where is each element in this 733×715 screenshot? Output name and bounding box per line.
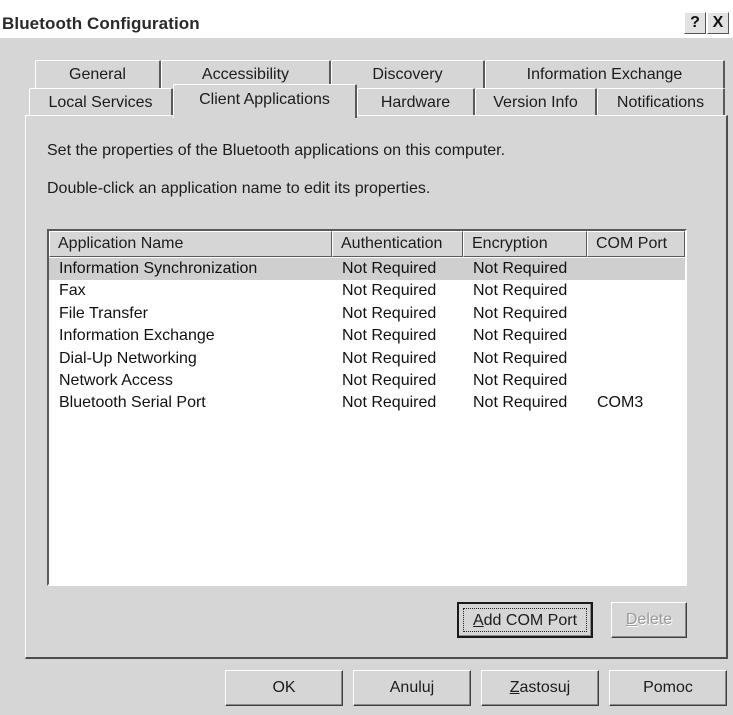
panel-instruction: Double-click an application name to edit… <box>47 180 431 197</box>
cell-application-name: Information Exchange <box>59 327 215 345</box>
cell-application-name: Dial-Up Networking <box>59 349 197 367</box>
cell-authentication: Not Required <box>342 282 437 300</box>
close-icon[interactable]: X <box>707 12 729 34</box>
cell-encryption: Not Required <box>473 394 568 412</box>
cancel-button[interactable]: Anuluj <box>353 670 471 706</box>
column-header-authentication[interactable]: Authentication <box>332 231 463 257</box>
table-row[interactable]: Information Exchange Not Required Not Requ… <box>49 325 685 347</box>
ok-button[interactable]: OK <box>225 670 343 706</box>
focus-rectangle <box>463 608 587 632</box>
cell-application-name: Fax <box>59 282 86 300</box>
table-row[interactable]: File Transfer Not Required Not Required <box>49 303 685 325</box>
tab-information-exchange[interactable]: Information Exchange <box>485 60 725 88</box>
cell-encryption: Not Required <box>473 372 568 389</box>
cell-encryption: Not Required <box>473 260 568 277</box>
tab-version-info[interactable]: Version Info <box>475 88 597 116</box>
help-button[interactable]: Pomoc <box>609 670 727 706</box>
cell-authentication: Not Required <box>342 327 437 345</box>
window-title: Bluetooth Configuration <box>2 14 200 33</box>
tab-client-applications[interactable]: Client Applications <box>173 84 357 118</box>
apply-mnemonic: Z <box>509 679 520 696</box>
table-row[interactable]: Fax Not Required Not Required <box>49 280 685 302</box>
cell-encryption: Not Required <box>473 327 568 345</box>
table-row[interactable]: Bluetooth Serial Port Not Required Not Req… <box>49 392 685 414</box>
column-header-encryption[interactable]: Encryption <box>463 231 587 257</box>
apply-label: astosuj <box>519 679 571 696</box>
client-applications-panel: Set the properties of the Bluetooth appl… <box>25 115 728 659</box>
cell-authentication: Not Required <box>342 349 437 367</box>
tab-local-services[interactable]: Local Services <box>29 88 173 116</box>
delete-button[interactable]: Delete <box>611 602 687 638</box>
cell-encryption: Not Required <box>473 282 568 300</box>
delete-label: elete <box>637 611 673 628</box>
applications-list[interactable]: Application Name Authentication Encrypti… <box>47 229 687 586</box>
cell-application-name: Information Synchronization <box>59 260 258 277</box>
cell-authentication: Not Required <box>342 260 437 277</box>
table-row[interactable]: Information Synchronization Not Required N… <box>49 258 685 280</box>
cell-application-name: Bluetooth Serial Port <box>59 394 206 412</box>
cell-authentication: Not Required <box>342 394 437 412</box>
panel-description: Set the properties of the Bluetooth appl… <box>47 142 506 159</box>
cell-encryption: Not Required <box>473 349 568 367</box>
cell-application-name: Network Access <box>59 372 173 389</box>
title-bar: Bluetooth Configuration ? X <box>0 0 733 38</box>
cell-com-port: COM3 <box>597 394 644 412</box>
column-header-com-port[interactable]: COM Port <box>587 231 685 257</box>
add-com-port-button[interactable]: Add COM Port <box>457 602 593 638</box>
help-icon[interactable]: ? <box>684 12 706 34</box>
tab-notifications[interactable]: Notifications <box>597 88 725 116</box>
cell-application-name: File Transfer <box>59 304 148 322</box>
tab-hardware[interactable]: Hardware <box>357 88 475 116</box>
apply-button[interactable]: Zastosuj <box>481 670 599 706</box>
column-header-application-name[interactable]: Application Name <box>49 231 332 257</box>
cell-encryption: Not Required <box>473 304 568 322</box>
cell-authentication: Not Required <box>342 304 437 322</box>
table-row[interactable]: Dial-Up Networking Not Required Not Requir… <box>49 348 685 370</box>
tab-general[interactable]: General <box>35 60 161 88</box>
cell-authentication: Not Required <box>342 372 437 389</box>
delete-mnemonic: D <box>625 611 638 628</box>
table-row[interactable]: Network Access Not Required Not Required <box>49 370 685 392</box>
